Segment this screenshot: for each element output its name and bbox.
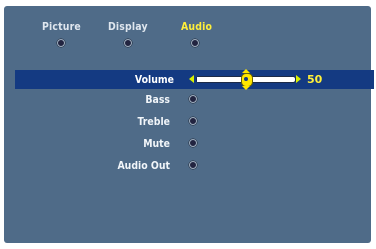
volume-label: Volume [134, 73, 174, 86]
tab-picture-radio-icon[interactable] [57, 39, 65, 47]
volume-value: 50 [307, 73, 323, 86]
mute-radio-icon[interactable] [189, 139, 197, 147]
bass-radio-icon[interactable] [189, 95, 197, 103]
audio-out-label: Audio Out [117, 159, 170, 172]
osd-menu: Picture Display Audio Volume 50 Bass Tre… [0, 0, 376, 249]
treble-radio-icon[interactable] [189, 117, 197, 125]
osd-panel: Picture Display Audio Volume 50 Bass Tre… [4, 6, 374, 243]
tab-display[interactable]: Display [108, 20, 148, 33]
tab-audio-radio-icon[interactable] [191, 39, 199, 47]
slider-decrease-icon[interactable] [189, 75, 194, 83]
volume-slider[interactable] [196, 69, 296, 90]
slider-increase-icon[interactable] [296, 75, 301, 83]
tab-audio[interactable]: Audio [181, 20, 212, 33]
treble-label: Treble [137, 115, 170, 128]
audio-out-radio-icon[interactable] [189, 161, 197, 169]
mute-label: Mute [143, 137, 170, 150]
volume-slider-fill [197, 77, 246, 82]
tab-display-radio-icon[interactable] [124, 39, 132, 47]
volume-slider-knob[interactable] [241, 69, 253, 90]
menu-row-volume[interactable]: Volume 50 [15, 69, 374, 90]
tab-picture[interactable]: Picture [42, 20, 81, 33]
bass-label: Bass [145, 93, 170, 106]
